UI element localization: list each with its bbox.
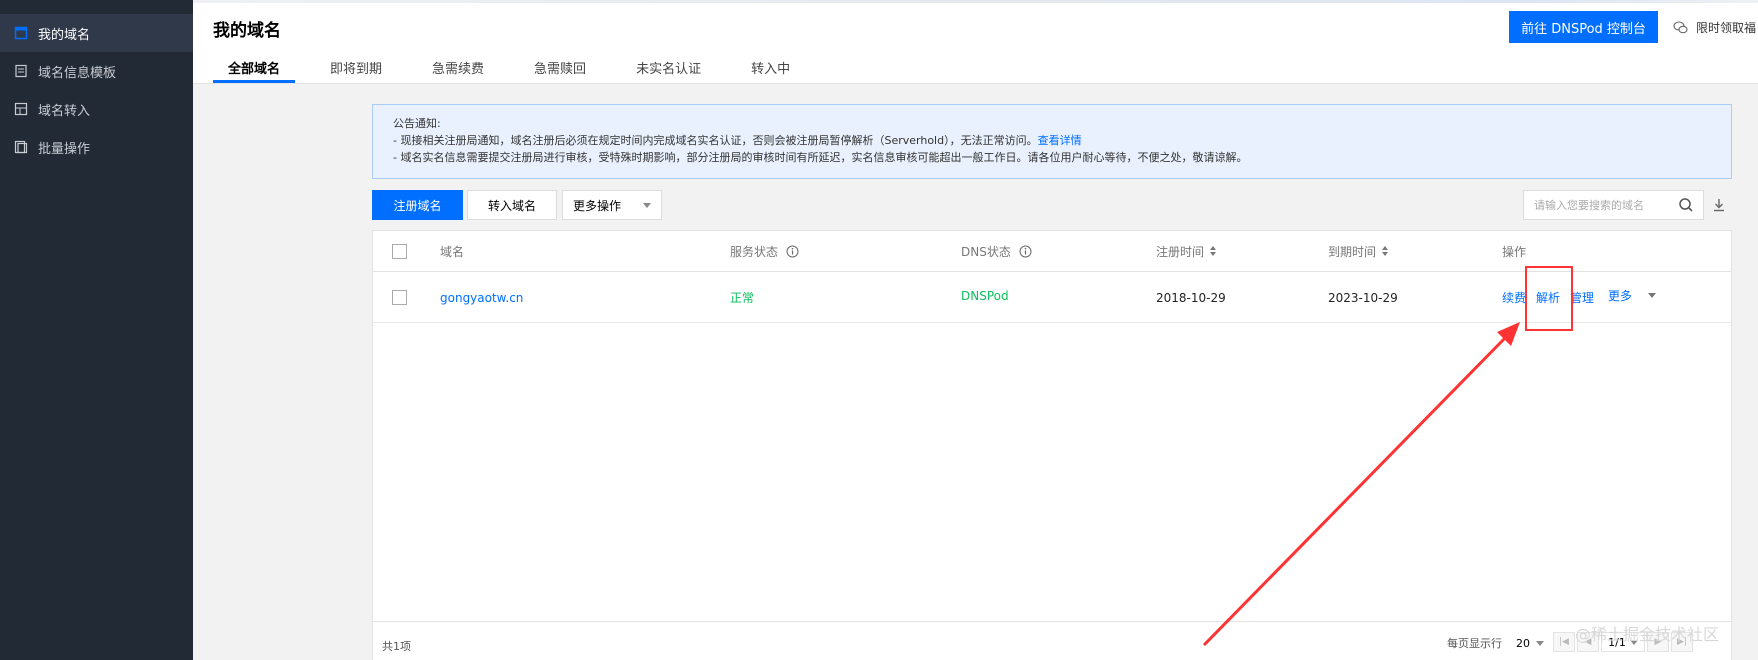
renew-link[interactable]: 续费 xyxy=(1502,289,1526,306)
domain-link[interactable]: gongyaotw.cn xyxy=(440,273,523,322)
header-exp-time[interactable]: 到期时间 xyxy=(1328,231,1389,271)
notice-line-1: - 现接相关注册局通知，域名注册后必须在规定时间内完成域名实名认证，否则会被注册… xyxy=(393,134,1082,147)
page-title: 我的域名 xyxy=(213,21,281,41)
top-progress-line xyxy=(193,0,1758,3)
sort-icon[interactable] xyxy=(1382,246,1389,256)
announcement-notice: 公告通知: - 现接相关注册局通知，域名注册后必须在规定时间内完成域名实名认证，… xyxy=(372,104,1732,179)
sidebar-item-label: 我的域名 xyxy=(38,27,91,43)
domain-search-input[interactable] xyxy=(1534,198,1672,212)
document-icon xyxy=(14,64,28,78)
dns-status-value: DNSPod xyxy=(961,288,1009,303)
wechat-icon xyxy=(1673,21,1688,34)
search-box xyxy=(1523,190,1704,220)
transfer-domain-button[interactable]: 转入域名 xyxy=(467,190,557,220)
table-footer: 共1项 每页显示行 20 |◀ ◀ 1/1 ▶ ▶| xyxy=(373,621,1731,660)
more-link[interactable]: 更多 xyxy=(1608,287,1666,304)
tab-all-domains[interactable]: 全部域名 xyxy=(213,58,296,83)
domain-icon xyxy=(14,26,28,40)
highlight-box xyxy=(1525,266,1573,331)
tab-need-redeem[interactable]: 急需赎回 xyxy=(519,58,601,83)
search-icon[interactable] xyxy=(1678,197,1694,213)
manage-link[interactable]: 管理 xyxy=(1570,289,1594,306)
per-page: 每页显示行 20 xyxy=(1447,635,1544,651)
promo-text: 限时领取福 xyxy=(1696,21,1757,35)
header-ops: 操作 xyxy=(1502,244,1527,259)
sidebar-item-domain-template[interactable]: 域名信息模板 xyxy=(0,52,193,90)
promo-link[interactable]: 限时领取福 xyxy=(1673,19,1756,36)
download-icon[interactable] xyxy=(1711,197,1727,213)
chevron-down-icon xyxy=(1648,293,1657,298)
tab-unverified[interactable]: 未实名认证 xyxy=(621,58,716,83)
exp-time-value: 2023-10-29 xyxy=(1328,290,1398,305)
more-actions-label: 更多操作 xyxy=(573,198,622,213)
info-icon[interactable] xyxy=(786,245,799,258)
sort-icon[interactable] xyxy=(1210,246,1217,256)
row-checkbox[interactable] xyxy=(392,290,407,305)
notice-line-2: - 域名实名信息需要提交注册局进行审核，受特殊时期影响，部分注册局的审核时间有所… xyxy=(393,151,1248,164)
tab-expiring[interactable]: 即将到期 xyxy=(315,58,397,83)
header-domain: 域名 xyxy=(440,244,465,259)
header-service-status: 服务状态 xyxy=(730,231,799,271)
sidebar: 我的域名 域名信息模板 域名转入 批量操作 xyxy=(0,0,193,660)
view-details-link[interactable]: 查看详情 xyxy=(1038,134,1082,147)
sidebar-item-domain-transfer[interactable]: 域名转入 xyxy=(0,90,193,128)
per-page-select[interactable]: 20 xyxy=(1516,637,1544,650)
info-icon[interactable] xyxy=(1019,245,1032,258)
watermark: @稀土掘金技术社区 xyxy=(1575,625,1720,644)
batch-icon xyxy=(14,140,28,154)
more-actions-select[interactable]: 更多操作 xyxy=(562,190,662,220)
header: 我的域名 全部域名 即将到期 急需续费 急需赎回 未实名认证 转入中 前往 DN… xyxy=(193,0,1758,84)
per-page-label: 每页显示行 xyxy=(1447,637,1502,650)
chevron-down-icon xyxy=(643,202,651,208)
sidebar-item-label: 批量操作 xyxy=(38,141,91,157)
sidebar-item-label: 域名信息模板 xyxy=(38,65,117,81)
register-domain-button[interactable]: 注册域名 xyxy=(372,190,463,220)
transfer-icon xyxy=(14,102,28,116)
notice-title: 公告通知: xyxy=(393,117,441,130)
domain-tabs: 全部域名 即将到期 急需续费 急需赎回 未实名认证 转入中 xyxy=(213,58,825,83)
first-page-icon[interactable]: |◀ xyxy=(1553,632,1575,652)
header-dns-status: DNS状态 xyxy=(961,231,1032,271)
tab-transferring[interactable]: 转入中 xyxy=(736,58,805,83)
sidebar-item-label: 域名转入 xyxy=(38,103,91,119)
reg-time-value: 2018-10-29 xyxy=(1156,290,1226,305)
chevron-down-icon xyxy=(1536,640,1544,646)
header-reg-time[interactable]: 注册时间 xyxy=(1156,231,1217,271)
sidebar-item-my-domains[interactable]: 我的域名 xyxy=(0,14,193,52)
select-all-checkbox[interactable] xyxy=(392,243,407,259)
service-status-value: 正常 xyxy=(730,291,755,305)
total-count: 共1项 xyxy=(382,640,411,653)
dnspod-console-button[interactable]: 前往 DNSPod 控制台 xyxy=(1509,11,1658,43)
sidebar-item-batch-ops[interactable]: 批量操作 xyxy=(0,128,193,166)
tab-need-renew[interactable]: 急需续费 xyxy=(417,58,499,83)
